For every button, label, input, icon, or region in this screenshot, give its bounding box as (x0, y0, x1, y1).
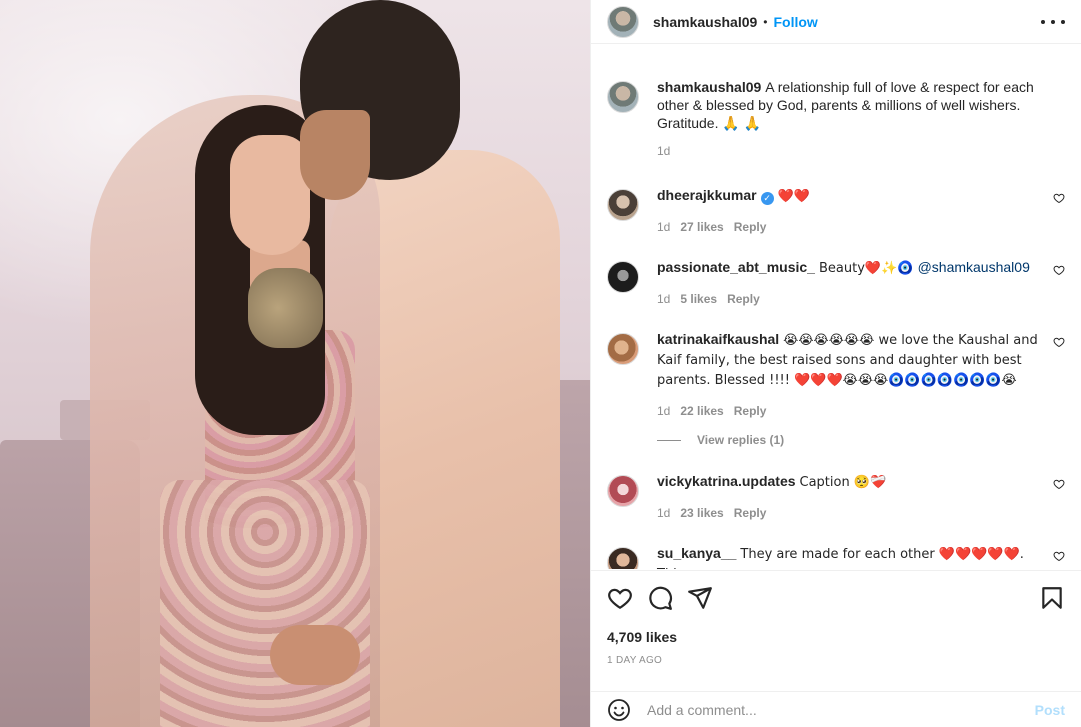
commenter-avatar[interactable] (607, 261, 639, 293)
post-actions: 4,709 likes 1 DAY AGO Post (591, 570, 1081, 727)
add-comment-bar: Post (591, 691, 1081, 727)
view-replies-label: View replies (1) (697, 433, 785, 447)
comment-username[interactable]: katrinakaifkaushal (657, 331, 779, 347)
comment-item: katrinakaifkaushal 😭😭😭😭😭😭 we love the Kau… (607, 330, 1065, 418)
comment-text: Caption 🥺❤️‍🩹 (799, 475, 887, 490)
comment-like-heart-icon[interactable] (1053, 336, 1065, 348)
caption-username[interactable]: shamkaushal09 (657, 79, 761, 95)
reply-button[interactable]: Reply (734, 404, 767, 418)
comments-list[interactable]: shamkaushal09 A relationship full of love… (591, 72, 1081, 569)
comment-username[interactable]: vickykatrina.updates (657, 473, 796, 489)
comment-time[interactable]: 1d (657, 220, 670, 234)
caption-time[interactable]: 1d (657, 144, 670, 158)
post-side-panel: shamkaushal09 • Follow shamkaushal09 A re… (590, 0, 1081, 727)
post-header: shamkaushal09 • Follow (591, 0, 1081, 44)
separator-dot: • (763, 14, 768, 29)
follow-button[interactable]: Follow (774, 14, 818, 30)
like-heart-icon[interactable] (607, 585, 633, 611)
commenter-avatar[interactable] (607, 189, 639, 221)
comment-time[interactable]: 1d (657, 292, 670, 306)
emoji-smiley-icon[interactable] (607, 698, 631, 722)
comment-input[interactable] (647, 702, 1035, 718)
comment-username[interactable]: dheerajkkumar (657, 187, 757, 203)
save-bookmark-icon[interactable] (1039, 585, 1065, 611)
replies-divider-line (657, 439, 681, 441)
comment-icon[interactable] (647, 585, 673, 611)
reply-button[interactable]: Reply (734, 220, 767, 234)
commenter-avatar[interactable] (607, 333, 639, 365)
comment-time[interactable]: 1d (657, 404, 670, 418)
comment-username[interactable]: passionate_abt_music_ (657, 259, 815, 275)
comment-likes[interactable]: 22 likes (680, 404, 723, 418)
post-comment-button[interactable]: Post (1035, 702, 1065, 718)
comment-item: vickykatrina.updates Caption 🥺❤️‍🩹 1d 23 … (607, 472, 1065, 520)
verified-badge-icon: ✓ (760, 192, 774, 205)
author-username[interactable]: shamkaushal09 (653, 14, 757, 30)
more-options-icon[interactable] (1041, 14, 1065, 30)
post-photo[interactable] (0, 0, 590, 727)
comment-mention-link[interactable]: @shamkaushal09 (918, 259, 1030, 275)
comment-item: passionate_abt_music_ Beauty❤️✨🧿 @shamkau… (607, 258, 1065, 306)
comment-likes[interactable]: 5 likes (680, 292, 717, 306)
view-replies-button[interactable]: View replies (1) (657, 433, 784, 447)
instagram-post-modal: shamkaushal09 • Follow shamkaushal09 A re… (0, 0, 1081, 727)
caption: shamkaushal09 A relationship full of love… (607, 78, 1065, 158)
comment-text: Beauty❤️✨🧿 (818, 261, 918, 276)
comment-likes[interactable]: 23 likes (680, 506, 723, 520)
comment-text: ❤️❤️ (777, 189, 810, 204)
comment-like-heart-icon[interactable] (1053, 550, 1065, 562)
photo-bride-lehenga (160, 480, 370, 727)
comment-like-heart-icon[interactable] (1053, 192, 1065, 204)
photo-necklace (248, 268, 323, 348)
photo-hands (270, 625, 360, 685)
post-timestamp[interactable]: 1 DAY AGO (607, 655, 662, 666)
likes-count[interactable]: 4,709 likes (607, 629, 677, 645)
caption-avatar[interactable] (607, 81, 639, 113)
commenter-avatar[interactable] (607, 547, 639, 569)
comment-item: su_kanya__ They are made for each other ❤… (607, 544, 1065, 569)
comment-likes[interactable]: 27 likes (680, 220, 723, 234)
comment-username[interactable]: su_kanya__ (657, 545, 736, 561)
comment-item: dheerajkkumar ✓ ❤️❤️ 1d 27 likes Reply (607, 186, 1065, 234)
photo-bride-face (230, 135, 310, 255)
action-icon-row (607, 585, 1065, 611)
author-avatar[interactable] (607, 5, 639, 38)
photo-groom-face (300, 110, 370, 200)
reply-button[interactable]: Reply (727, 292, 760, 306)
share-paper-plane-icon[interactable] (687, 585, 713, 611)
reply-button[interactable]: Reply (734, 506, 767, 520)
commenter-avatar[interactable] (607, 475, 639, 507)
comment-like-heart-icon[interactable] (1053, 478, 1065, 490)
comment-time[interactable]: 1d (657, 506, 670, 520)
comment-like-heart-icon[interactable] (1053, 264, 1065, 276)
